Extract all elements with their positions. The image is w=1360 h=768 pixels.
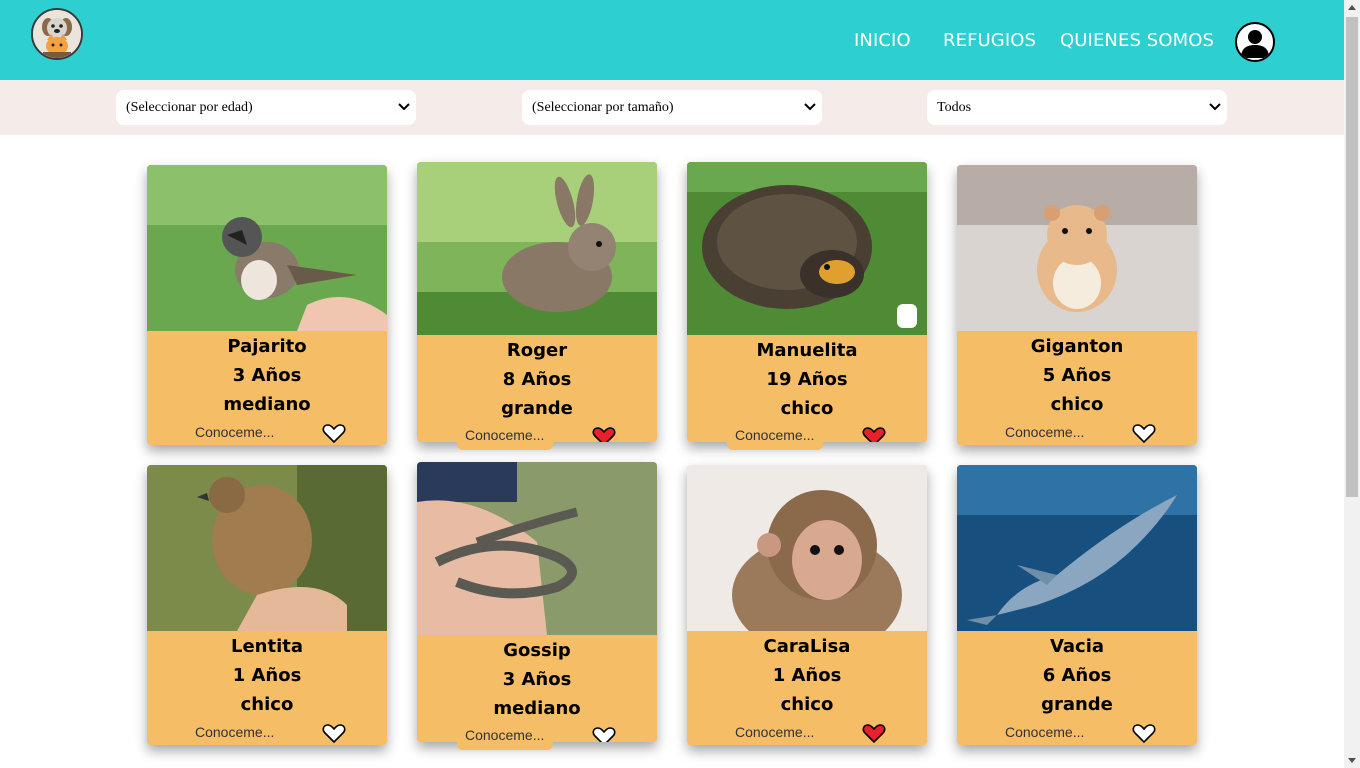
conoceme-link[interactable]: Conoceme... [465, 427, 544, 442]
size-filter-value: (Seleccionar por tamaño) [532, 100, 674, 115]
pet-name: Roger [506, 340, 568, 361]
pet-photo-whale [957, 465, 1197, 631]
size-filter-select[interactable]: (Seleccionar por tamaño) [522, 90, 822, 125]
conoceme-link[interactable]: Conoceme... [465, 727, 544, 742]
pet-card[interactable]: CaraLisa 1 Años chico Conoceme... [687, 465, 927, 745]
heart-filled-icon[interactable] [862, 722, 886, 744]
pet-photo-turtle [687, 162, 927, 335]
conoceme-link[interactable]: Conoceme... [195, 424, 274, 440]
pet-age: 6 Años [1042, 665, 1112, 686]
pet-age: 5 Años [1042, 365, 1112, 386]
pet-photo-snake [417, 462, 657, 635]
pet-age: 8 Años [502, 369, 572, 390]
chevron-down-icon [398, 103, 410, 111]
type-filter-select[interactable]: Todos [927, 90, 1227, 125]
pet-age: 3 Años [502, 669, 572, 690]
pet-photo-monkey [687, 465, 927, 631]
pet-photo-quail [147, 465, 387, 631]
pet-age: 3 Años [232, 365, 302, 386]
pet-name: CaraLisa [763, 636, 851, 657]
age-filter-select[interactable]: (Seleccionar por edad) [116, 90, 416, 125]
chevron-down-icon [1209, 103, 1221, 111]
card-tab [727, 442, 823, 450]
heart-outline-icon[interactable] [1132, 422, 1156, 444]
pet-name: Vacia [1049, 636, 1105, 657]
chevron-down-icon [804, 103, 816, 111]
pet-photo-bird [147, 165, 387, 331]
pet-age: 19 Años [766, 369, 848, 390]
pet-name: Gossip [503, 640, 571, 661]
conoceme-link[interactable]: Conoceme... [195, 724, 274, 740]
scroll-down-arrow-icon[interactable] [1348, 756, 1356, 764]
nav-inicio[interactable]: INICIO [854, 30, 911, 51]
heart-filled-icon[interactable] [862, 425, 886, 442]
pet-card[interactable]: Roger 8 Años grande Conoceme... [417, 162, 657, 442]
pet-age: 1 Años [232, 665, 302, 686]
heart-outline-icon[interactable] [1132, 722, 1156, 744]
pet-age: 1 Años [772, 665, 842, 686]
pet-size: grande [1041, 694, 1113, 715]
heart-outline-icon[interactable] [322, 422, 346, 444]
pet-card[interactable]: Gossip 3 Años mediano Conoceme... [417, 462, 657, 742]
pet-name: Pajarito [227, 336, 307, 357]
nav-refugios[interactable]: REFUGIOS [943, 30, 1036, 51]
pet-size: mediano [493, 698, 581, 719]
pet-photo-rabbit [417, 162, 657, 335]
pet-size: chico [780, 398, 834, 419]
pet-card[interactable]: Manuelita 19 Años chico Conoceme... [687, 162, 927, 442]
scrollbar-thumb[interactable] [1346, 17, 1358, 497]
pet-size: chico [1050, 394, 1104, 415]
pet-size: chico [240, 694, 294, 715]
pet-name: Manuelita [756, 340, 858, 361]
card-tab [457, 742, 553, 750]
pet-photo-hamster [957, 165, 1197, 331]
conoceme-link[interactable]: Conoceme... [735, 427, 814, 442]
card-tab [457, 442, 553, 450]
conoceme-link[interactable]: Conoceme... [1005, 424, 1084, 440]
pet-name: Giganton [1030, 336, 1124, 357]
pet-card[interactable]: Giganton 5 Años chico Conoceme... [957, 165, 1197, 445]
pet-size: grande [501, 398, 573, 419]
pet-card[interactable]: Vacia 6 Años grande Conoceme... [957, 465, 1197, 745]
age-filter-value: (Seleccionar por edad) [126, 100, 253, 115]
pet-card[interactable]: Lentita 1 Años chico Conoceme... [147, 465, 387, 745]
user-avatar-icon[interactable] [1235, 22, 1275, 62]
pet-name: Lentita [230, 636, 304, 657]
conoceme-link[interactable]: Conoceme... [735, 724, 814, 740]
type-filter-value: Todos [937, 100, 972, 115]
logo-icon[interactable] [31, 8, 83, 60]
pet-size: mediano [223, 394, 311, 415]
nav-quienes-somos[interactable]: QUIENES SOMOS [1060, 30, 1214, 51]
heart-outline-icon[interactable] [322, 722, 346, 744]
scroll-up-arrow-icon[interactable] [1348, 4, 1356, 12]
conoceme-link[interactable]: Conoceme... [1005, 724, 1084, 740]
heart-filled-icon[interactable] [592, 425, 616, 442]
pet-size: chico [780, 694, 834, 715]
heart-outline-icon[interactable] [592, 725, 616, 742]
pet-card[interactable]: Pajarito 3 Años mediano Conoceme... [147, 165, 387, 445]
